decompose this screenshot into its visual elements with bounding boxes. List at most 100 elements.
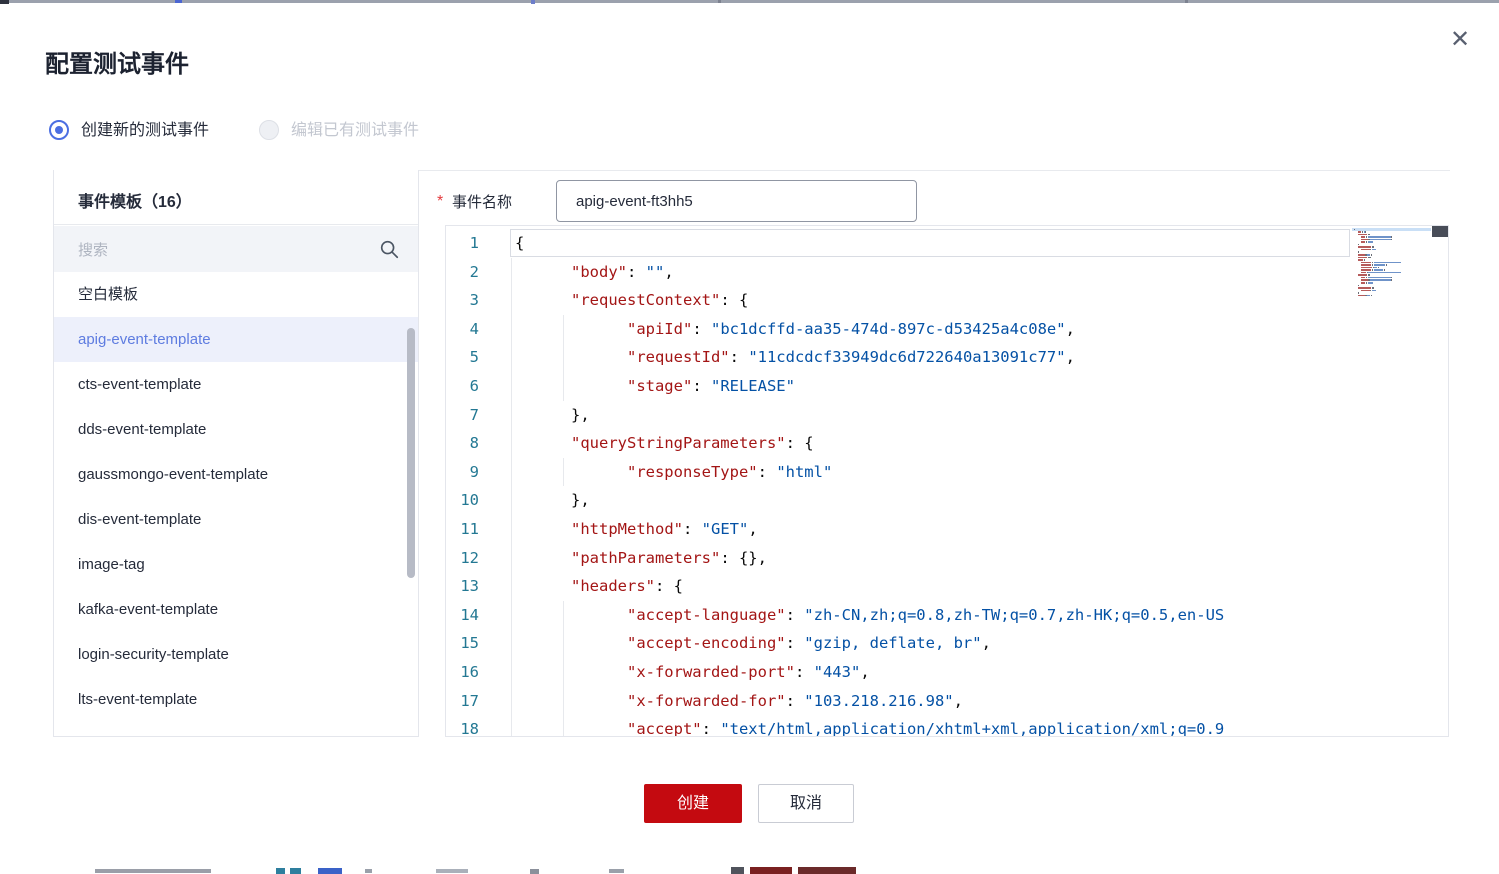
indent-guide bbox=[511, 715, 512, 737]
indent-guide bbox=[511, 372, 512, 401]
template-list: 空白模板apig-event-templatects-event-templat… bbox=[54, 272, 418, 736]
radio-edit-existing-test-event bbox=[259, 120, 279, 140]
code-line-2[interactable]: 2 "body": "", bbox=[446, 258, 1349, 287]
code-line-7[interactable]: 7 }, bbox=[446, 401, 1349, 430]
json-code-editor[interactable]: 1{2 "body": "",3 "requestContext": {4 "a… bbox=[445, 225, 1449, 737]
code-line-12[interactable]: 12 "pathParameters": {}, bbox=[446, 544, 1349, 573]
radio-create-new-test-event[interactable] bbox=[49, 120, 69, 140]
background-artifact bbox=[276, 868, 285, 874]
background-artifact bbox=[731, 867, 744, 874]
background-artifact bbox=[1185, 0, 1188, 3]
required-mark: * bbox=[437, 193, 443, 211]
template-panel-title: 事件模板（16） bbox=[78, 188, 192, 212]
configure-test-event-dialog: ✕ 配置测试事件 创建新的测试事件 编辑已有测试事件 事件模板（16） 搜索 空… bbox=[0, 0, 1499, 874]
event-template-panel: 事件模板（16） 搜索 空白模板apig-event-templatects-e… bbox=[53, 170, 419, 737]
indent-guide bbox=[563, 629, 564, 658]
line-number: 1 bbox=[446, 229, 515, 258]
dialog-title: 配置测试事件 bbox=[45, 44, 189, 79]
indent-guide bbox=[511, 458, 512, 487]
code-line-11[interactable]: 11 "httpMethod": "GET", bbox=[446, 515, 1349, 544]
background-artifact bbox=[0, 0, 9, 4]
template-item-apig-event-template[interactable]: apig-event-template bbox=[54, 317, 418, 362]
code-line-16[interactable]: 16 "x-forwarded-port": "443", bbox=[446, 658, 1349, 687]
template-item-dds-event-template[interactable]: dds-event-template bbox=[54, 407, 418, 452]
template-item-login-security-template[interactable]: login-security-template bbox=[54, 632, 418, 677]
template-item-kafka-event-template[interactable]: kafka-event-template bbox=[54, 587, 418, 632]
indent-guide bbox=[511, 343, 512, 372]
background-artifact bbox=[531, 0, 535, 4]
background-artifact bbox=[530, 869, 539, 874]
minimap-line bbox=[1352, 294, 1431, 297]
editor-vertical-scrollbar[interactable] bbox=[1432, 226, 1448, 237]
cancel-button[interactable]: 取消 bbox=[758, 784, 854, 823]
code-line-18[interactable]: 18 "accept": "text/html,application/xhtm… bbox=[446, 715, 1349, 737]
template-item-lts-event-template[interactable]: lts-event-template bbox=[54, 677, 418, 722]
background-artifact bbox=[365, 869, 372, 873]
indent-guide bbox=[563, 687, 564, 716]
indent-guide bbox=[511, 658, 512, 687]
indent-guide bbox=[563, 343, 564, 372]
line-number: 6 bbox=[446, 372, 515, 401]
line-number: 16 bbox=[446, 658, 515, 687]
radio-edit-existing-label: 编辑已有测试事件 bbox=[291, 119, 419, 143]
code-line-4[interactable]: 4 "apiId": "bc1dcffd-aa35-474d-897c-d534… bbox=[446, 315, 1349, 344]
indent-guide bbox=[511, 601, 512, 630]
background-artifact bbox=[290, 868, 301, 874]
indent-guide bbox=[511, 544, 512, 573]
test-event-mode-radios: 创建新的测试事件 编辑已有测试事件 bbox=[49, 119, 649, 143]
indent-guide bbox=[511, 572, 512, 601]
code-line-6[interactable]: 6 "stage": "RELEASE" bbox=[446, 372, 1349, 401]
template-item-gaussmongo-event-template[interactable]: gaussmongo-event-template bbox=[54, 452, 418, 497]
indent-guide bbox=[511, 486, 512, 515]
code-line-3[interactable]: 3 "requestContext": { bbox=[446, 286, 1349, 315]
indent-guide bbox=[511, 258, 512, 287]
line-number: 18 bbox=[446, 715, 515, 737]
template-search[interactable]: 搜索 bbox=[54, 226, 418, 272]
close-icon[interactable]: ✕ bbox=[1446, 26, 1474, 54]
event-name-label: 事件名称 bbox=[452, 191, 512, 212]
indent-guide bbox=[511, 687, 512, 716]
code-line-1[interactable]: 1{ bbox=[446, 229, 1349, 258]
indent-guide bbox=[511, 629, 512, 658]
radio-create-new-label[interactable]: 创建新的测试事件 bbox=[81, 119, 209, 143]
template-item-dis-event-template[interactable]: dis-event-template bbox=[54, 497, 418, 542]
line-number: 15 bbox=[446, 629, 515, 658]
code-line-10[interactable]: 10 }, bbox=[446, 486, 1349, 515]
line-number: 9 bbox=[446, 458, 515, 487]
code-line-13[interactable]: 13 "headers": { bbox=[446, 572, 1349, 601]
template-item-cts-event-template[interactable]: cts-event-template bbox=[54, 362, 418, 407]
indent-guide bbox=[511, 515, 512, 544]
editor-minimap[interactable] bbox=[1352, 228, 1431, 318]
background-artifact bbox=[436, 869, 468, 873]
indent-guide bbox=[511, 315, 512, 344]
background-artifact bbox=[718, 0, 721, 3]
create-button[interactable]: 创建 bbox=[644, 784, 742, 823]
line-number: 12 bbox=[446, 544, 515, 573]
indent-guide bbox=[563, 458, 564, 487]
background-artifact bbox=[798, 867, 856, 874]
code-area[interactable]: 1{2 "body": "",3 "requestContext": {4 "a… bbox=[446, 229, 1349, 737]
event-name-input[interactable] bbox=[556, 180, 917, 222]
template-list-scrollbar[interactable] bbox=[407, 328, 415, 578]
code-line-15[interactable]: 15 "accept-encoding": "gzip, deflate, br… bbox=[446, 629, 1349, 658]
code-line-9[interactable]: 9 "responseType": "html" bbox=[446, 458, 1349, 487]
indent-guide bbox=[563, 372, 564, 401]
template-panel-header: 事件模板（16） bbox=[54, 170, 418, 225]
template-item--[interactable]: 空白模板 bbox=[54, 272, 418, 317]
indent-guide bbox=[563, 715, 564, 737]
template-item-image-tag[interactable]: image-tag bbox=[54, 542, 418, 587]
indent-guide bbox=[563, 601, 564, 630]
code-line-5[interactable]: 5 "requestId": "11cdcdcf33949dc6d722640a… bbox=[446, 343, 1349, 372]
line-number: 2 bbox=[446, 258, 515, 287]
indent-guide bbox=[511, 286, 512, 315]
line-number: 7 bbox=[446, 401, 515, 430]
indent-guide bbox=[563, 658, 564, 687]
background-artifact bbox=[609, 869, 624, 873]
code-line-17[interactable]: 17 "x-forwarded-for": "103.218.216.98", bbox=[446, 687, 1349, 716]
line-number: 17 bbox=[446, 687, 515, 716]
line-number: 5 bbox=[446, 343, 515, 372]
background-page-top-edge bbox=[0, 0, 1499, 3]
code-line-14[interactable]: 14 "accept-language": "zh-CN,zh;q=0.8,zh… bbox=[446, 601, 1349, 630]
code-line-8[interactable]: 8 "queryStringParameters": { bbox=[446, 429, 1349, 458]
search-icon[interactable] bbox=[378, 238, 400, 260]
